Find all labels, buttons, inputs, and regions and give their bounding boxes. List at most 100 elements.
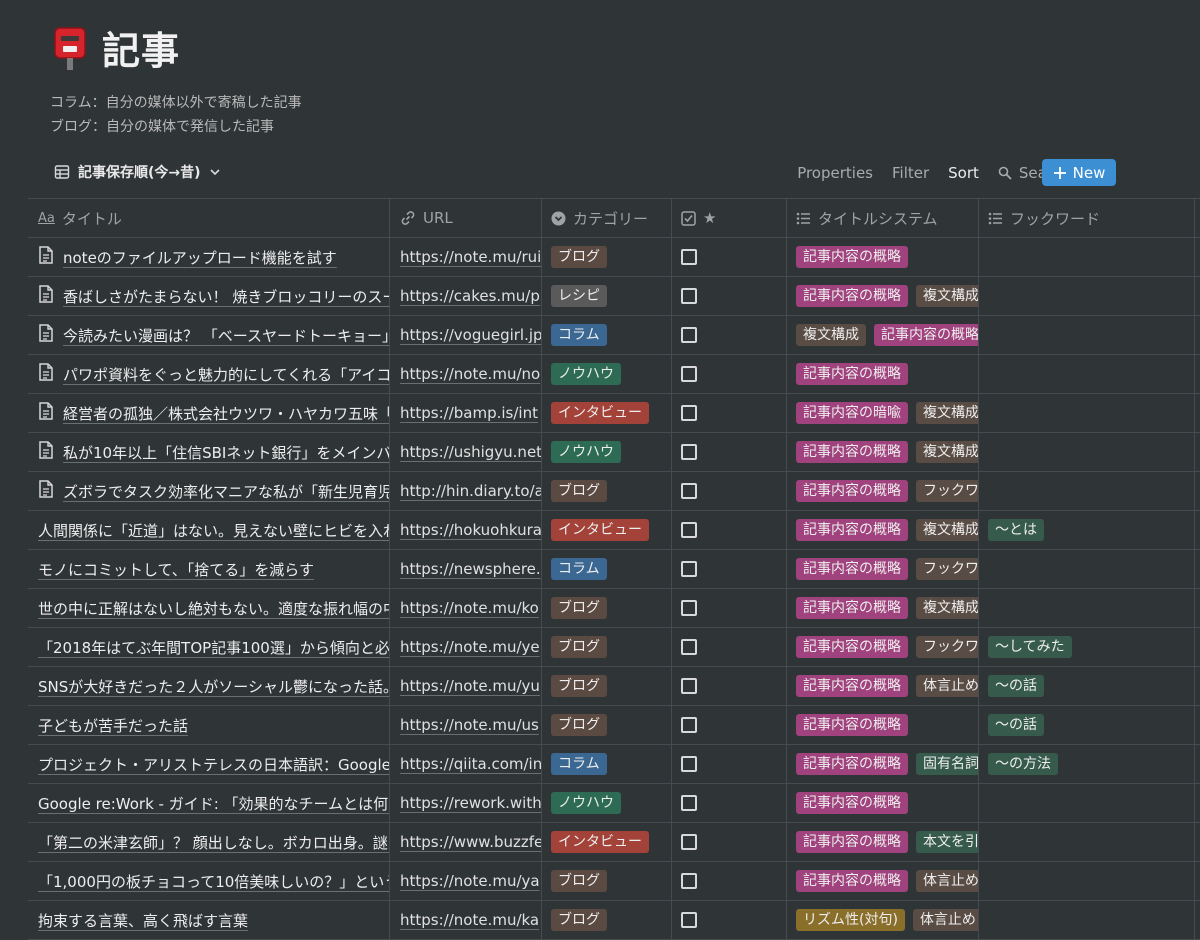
- title-cell[interactable]: 今読みたい漫画は？ 「ベースヤードトーキョー」: [28, 316, 390, 354]
- row-url[interactable]: https://note.mu/no: [400, 365, 540, 383]
- category-cell[interactable]: インタビュー: [542, 823, 672, 861]
- url-cell[interactable]: https://note.mu/no: [390, 355, 542, 393]
- title-system-cell[interactable]: 記事内容の概略フックワード: [787, 472, 979, 510]
- column-header-url[interactable]: URL: [390, 199, 542, 237]
- row-url[interactable]: https://cakes.mu/p: [400, 287, 540, 305]
- star-cell[interactable]: [672, 316, 787, 354]
- category-cell[interactable]: ノウハウ: [542, 355, 672, 393]
- star-checkbox[interactable]: [681, 678, 697, 694]
- hook-word-cell[interactable]: 〜の方法: [979, 745, 1195, 783]
- hook-word-cell[interactable]: [979, 823, 1195, 861]
- category-cell[interactable]: ブログ: [542, 238, 672, 276]
- hook-word-cell[interactable]: [979, 277, 1195, 315]
- star-cell[interactable]: [672, 862, 787, 900]
- row-title[interactable]: 経営者の孤独／株式会社ウツワ・ハヤカワ五味「: [63, 403, 389, 424]
- table-row[interactable]: 「第二の米津玄師」？ 顔出しなし。ボカロ出身。謎多き https://www.bu…: [28, 823, 1200, 862]
- table-row[interactable]: ズボラでタスク効率化マニアな私が「新生児育児 http://hin.diary.t…: [28, 472, 1200, 511]
- row-title[interactable]: Google re:Work - ガイド: 「効果的なチームとは何か: [38, 793, 389, 814]
- title-system-cell[interactable]: 記事内容の概略フックワード: [787, 550, 979, 588]
- url-cell[interactable]: https://hokuohkura: [390, 511, 542, 549]
- row-url[interactable]: https://note.mu/us: [400, 716, 539, 734]
- star-cell[interactable]: [672, 823, 787, 861]
- hook-word-cell[interactable]: [979, 472, 1195, 510]
- star-cell[interactable]: [672, 511, 787, 549]
- row-title[interactable]: 「2018年はてぶ年間TOP記事100選」から傾向と必勝法: [38, 637, 389, 658]
- star-cell[interactable]: [672, 745, 787, 783]
- title-cell[interactable]: 「第二の米津玄師」？ 顔出しなし。ボカロ出身。謎多き: [28, 823, 390, 861]
- category-cell[interactable]: ノウハウ: [542, 784, 672, 822]
- category-cell[interactable]: ブログ: [542, 667, 672, 705]
- row-url[interactable]: https://note.mu/ko: [400, 599, 539, 617]
- star-checkbox[interactable]: [681, 639, 697, 655]
- title-cell[interactable]: 拘束する言葉、高く飛ばす言葉: [28, 901, 390, 939]
- star-cell[interactable]: [672, 784, 787, 822]
- title-cell[interactable]: 香ばしさがたまらない！ 焼きブロッコリーのスープ: [28, 277, 390, 315]
- row-title[interactable]: SNSが大好きだった２人がソーシャル鬱になった話。: [38, 676, 389, 697]
- star-cell[interactable]: [672, 901, 787, 939]
- title-system-cell[interactable]: リズム性(対句) 体言止め: [787, 901, 979, 939]
- url-cell[interactable]: https://note.mu/yu: [390, 667, 542, 705]
- row-url[interactable]: https://bamp.is/int: [400, 404, 538, 422]
- table-row[interactable]: SNSが大好きだった２人がソーシャル鬱になった話。 https://note.mu…: [28, 667, 1200, 706]
- column-header-category[interactable]: カテゴリー: [542, 199, 672, 237]
- hook-word-cell[interactable]: [979, 784, 1195, 822]
- column-header-title[interactable]: Aa タイトル: [28, 199, 390, 237]
- title-system-cell[interactable]: 記事内容の概略 複文構成: [787, 589, 979, 627]
- page-title[interactable]: 記事: [102, 20, 180, 75]
- hook-word-cell[interactable]: 〜の話: [979, 706, 1195, 744]
- hook-word-cell[interactable]: [979, 355, 1195, 393]
- hook-word-cell[interactable]: [979, 589, 1195, 627]
- url-cell[interactable]: https://qiita.com/in: [390, 745, 542, 783]
- hook-word-cell[interactable]: 〜とは: [979, 511, 1195, 549]
- table-row[interactable]: 経営者の孤独／株式会社ウツワ・ハヤカワ五味「 https://bamp.is/in…: [28, 394, 1200, 433]
- table-row[interactable]: プロジェクト・アリストテレスの日本語訳：Googleが https://qiita…: [28, 745, 1200, 784]
- title-system-cell[interactable]: 記事内容の暗喩 複文構成: [787, 394, 979, 432]
- column-header-title-system[interactable]: タイトルシステム: [787, 199, 979, 237]
- hook-word-cell[interactable]: [979, 433, 1195, 471]
- row-title[interactable]: 人間関係に「近道」はない。見えない壁にヒビを入れる: [38, 520, 389, 541]
- star-checkbox[interactable]: [681, 873, 697, 889]
- star-checkbox[interactable]: [681, 912, 697, 928]
- title-cell[interactable]: ズボラでタスク効率化マニアな私が「新生児育児: [28, 472, 390, 510]
- row-title[interactable]: 世の中に正解はないし絶対もない。適度な振れ幅の中で: [38, 598, 389, 619]
- row-url[interactable]: https://note.mu/ya: [400, 872, 540, 890]
- star-checkbox[interactable]: [681, 795, 697, 811]
- star-cell[interactable]: [672, 667, 787, 705]
- title-cell[interactable]: 「2018年はてぶ年間TOP記事100選」から傾向と必勝法: [28, 628, 390, 666]
- table-row[interactable]: 人間関係に「近道」はない。見えない壁にヒビを入れる https://hokuohk…: [28, 511, 1200, 550]
- url-cell[interactable]: https://note.mu/ye: [390, 628, 542, 666]
- table-row[interactable]: noteのファイルアップロード機能を試す https://note.mu/rui ブ…: [28, 238, 1200, 277]
- row-url[interactable]: https://newsphere.: [400, 560, 541, 578]
- category-cell[interactable]: ブログ: [542, 589, 672, 627]
- url-cell[interactable]: https://www.buzzfe: [390, 823, 542, 861]
- star-checkbox[interactable]: [681, 405, 697, 421]
- row-title[interactable]: ズボラでタスク効率化マニアな私が「新生児育児: [63, 481, 389, 502]
- url-cell[interactable]: https://note.mu/us: [390, 706, 542, 744]
- star-checkbox[interactable]: [681, 483, 697, 499]
- title-cell[interactable]: 経営者の孤独／株式会社ウツワ・ハヤカワ五味「: [28, 394, 390, 432]
- row-url[interactable]: https://note.mu/yu: [400, 677, 540, 695]
- title-system-cell[interactable]: 記事内容の概略 複文構成: [787, 433, 979, 471]
- row-title[interactable]: 子どもが苦手だった話: [38, 715, 188, 736]
- title-system-cell[interactable]: 複文構成 記事内容の概略: [787, 316, 979, 354]
- row-title[interactable]: 「第二の米津玄師」？ 顔出しなし。ボカロ出身。謎多き: [38, 832, 389, 853]
- star-checkbox[interactable]: [681, 834, 697, 850]
- url-cell[interactable]: https://note.mu/ka: [390, 901, 542, 939]
- row-title[interactable]: パワポ資料をぐっと魅力的にしてくれる「アイコン: [63, 364, 389, 385]
- star-checkbox[interactable]: [681, 249, 697, 265]
- star-checkbox[interactable]: [681, 366, 697, 382]
- row-title[interactable]: 「1,000円の板チョコって10倍美味しいの？」という: [38, 871, 389, 892]
- category-cell[interactable]: ブログ: [542, 862, 672, 900]
- table-row[interactable]: モノにコミットして、「捨てる」を減らす https://newsphere. コラム…: [28, 550, 1200, 589]
- filter-button[interactable]: Filter: [892, 164, 929, 182]
- star-cell[interactable]: [672, 589, 787, 627]
- row-title[interactable]: noteのファイルアップロード機能を試す: [63, 247, 337, 268]
- title-cell[interactable]: Google re:Work - ガイド: 「効果的なチームとは何か: [28, 784, 390, 822]
- title-cell[interactable]: パワポ資料をぐっと魅力的にしてくれる「アイコン: [28, 355, 390, 393]
- star-checkbox[interactable]: [681, 288, 697, 304]
- url-cell[interactable]: https://note.mu/rui: [390, 238, 542, 276]
- star-checkbox[interactable]: [681, 756, 697, 772]
- url-cell[interactable]: https://bamp.is/int: [390, 394, 542, 432]
- row-title[interactable]: 私が10年以上「住信SBIネット銀行」をメインバンク: [63, 442, 389, 463]
- table-row[interactable]: 今読みたい漫画は？ 「ベースヤードトーキョー」 https://voguegirl…: [28, 316, 1200, 355]
